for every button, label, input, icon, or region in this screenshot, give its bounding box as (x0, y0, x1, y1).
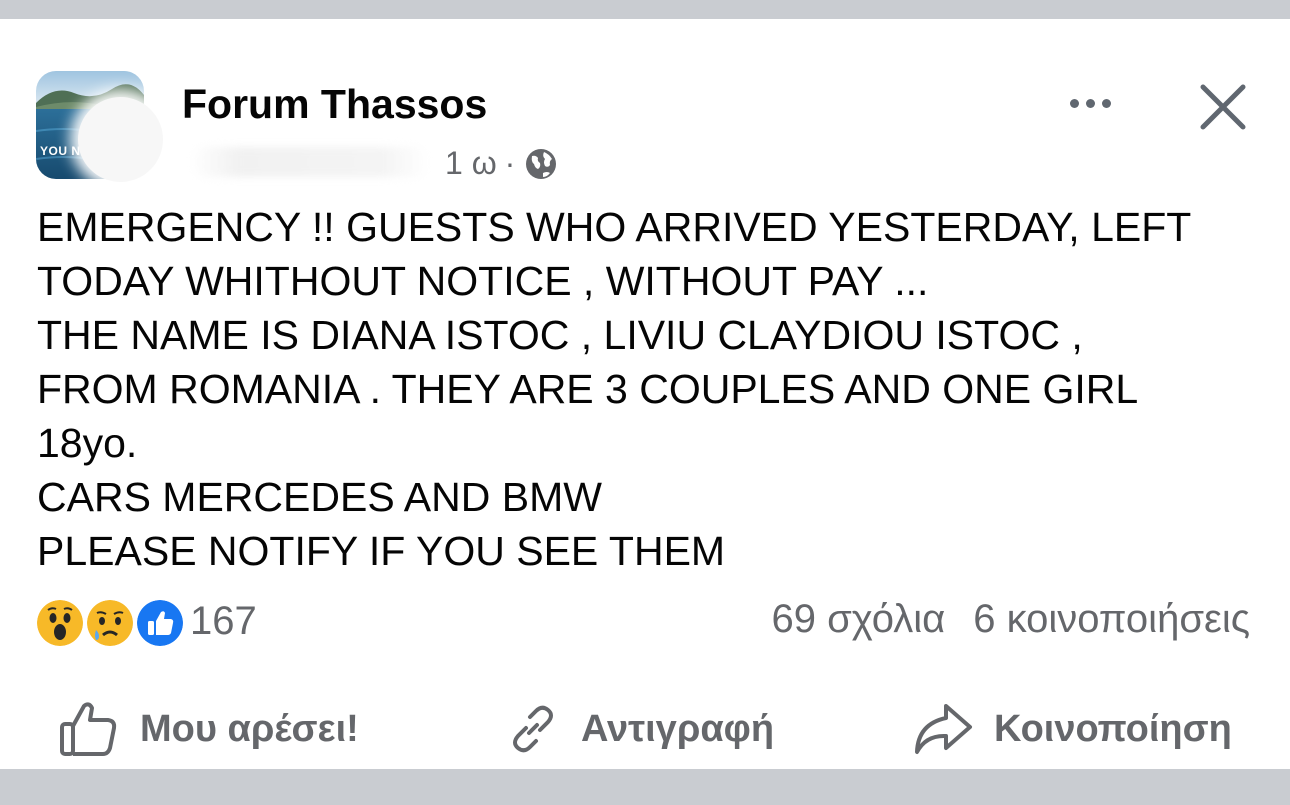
more-dot (1101, 98, 1111, 108)
more-dot (1085, 98, 1095, 108)
more-options-button[interactable] (1060, 81, 1120, 125)
globe-icon (526, 148, 557, 179)
avatar-redaction (78, 97, 163, 182)
share-label: Κοινοποίηση (994, 707, 1232, 750)
close-icon (1200, 84, 1246, 130)
shares-count[interactable]: 6 κοινοποιήσεις (973, 597, 1250, 642)
reaction-icons (34, 595, 186, 649)
sad-reaction-icon (84, 597, 136, 649)
reaction-count: 167 (190, 598, 257, 643)
post-meta: 1 ω · (445, 145, 559, 182)
comments-count[interactable]: 69 σχόλια (772, 597, 946, 642)
post-text: EMERGENCY !! GUESTS WHO ARRIVED YESTERDA… (37, 204, 1192, 574)
copy-label: Αντιγραφή (581, 707, 775, 750)
copy-button[interactable]: Αντιγραφή (505, 691, 774, 767)
like-reaction-icon (134, 597, 186, 649)
link-icon (513, 705, 553, 753)
page-name[interactable]: Forum Thassos (182, 81, 487, 128)
share-arrow-icon (915, 704, 972, 754)
post-time[interactable]: 1 ω (445, 145, 497, 182)
more-dots-icon (1069, 98, 1079, 108)
close-button[interactable] (1195, 79, 1251, 135)
like-label: Μου αρέσει! (140, 707, 359, 750)
post-actions: Μου αρέσει! Αντιγραφή Κοινοποίηση (0, 691, 1290, 767)
post-stats: 69 σχόλια 6 κοινοποιήσεις (772, 597, 1251, 642)
thumbs-up-outline-icon (60, 702, 117, 756)
meta-separator: · (504, 145, 516, 181)
reactions-summary[interactable]: 167 (34, 595, 257, 649)
avatar-text: YOU N (40, 144, 81, 158)
author-name-redaction (190, 147, 430, 177)
wow-reaction-icon (34, 597, 86, 649)
share-button[interactable]: Κοινοποίηση (912, 691, 1232, 767)
like-button[interactable]: Μου αρέσει! (58, 691, 359, 767)
post-card: YOU N Forum Thassos 1 ω · EMERGENCY !! G… (0, 19, 1290, 769)
